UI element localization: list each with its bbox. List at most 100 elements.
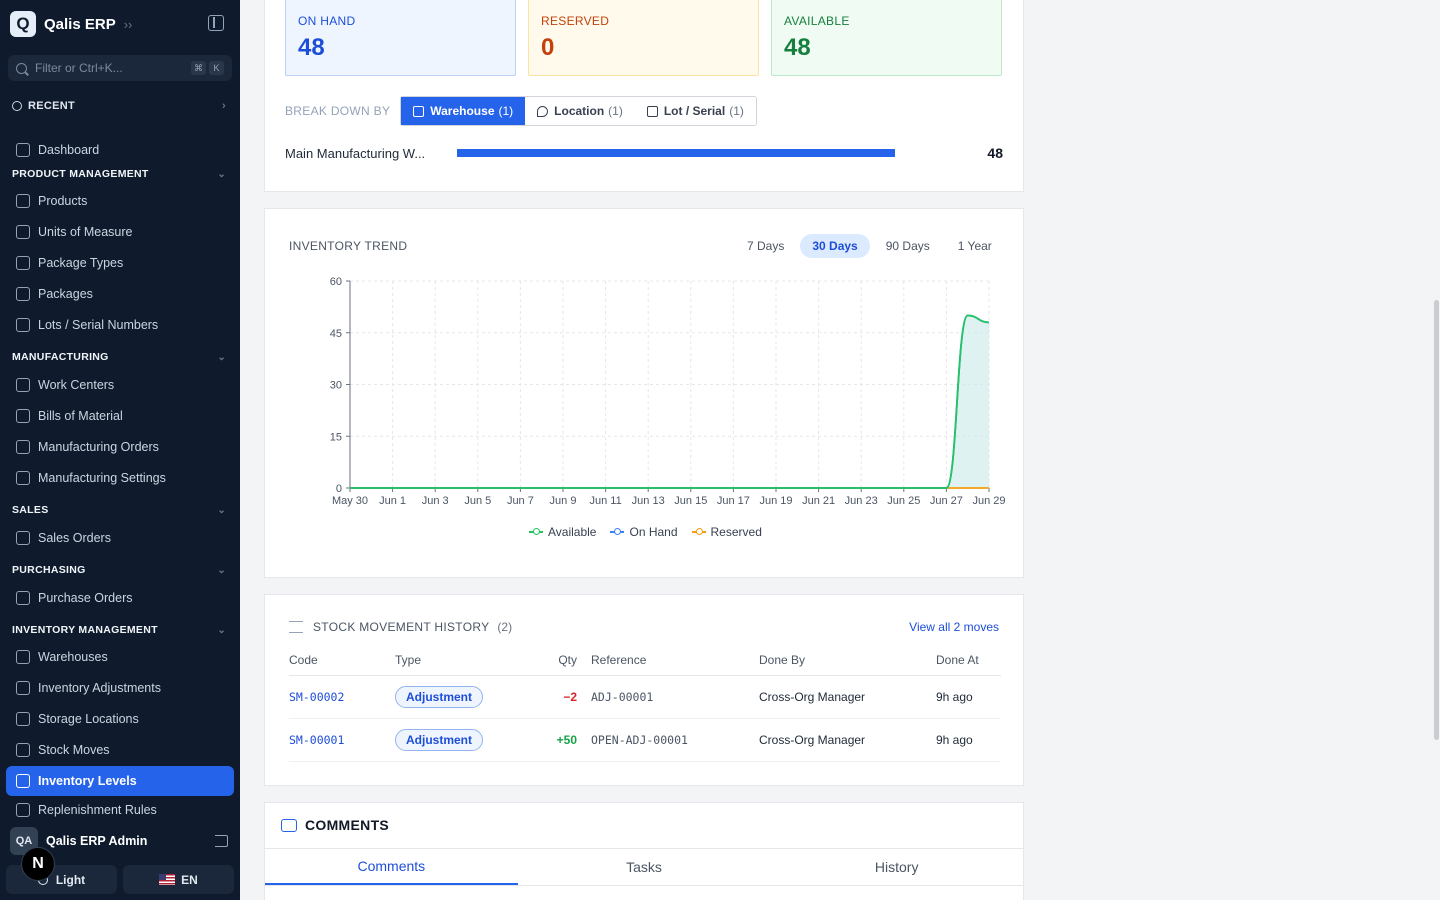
- n-badge[interactable]: N: [21, 847, 55, 881]
- stat-value: 48: [298, 34, 325, 61]
- stock-movement-count: (2): [497, 620, 513, 634]
- x-tick-label: Jun 21: [802, 495, 835, 507]
- sidebar-item-packages[interactable]: Packages: [6, 279, 234, 309]
- sidebar: Q Qalis ERP ›› Filter or Ctrl+K... ⌘ K R…: [0, 0, 240, 900]
- sliders-icon: [16, 471, 30, 485]
- segment-count: (1): [608, 104, 623, 118]
- sidebar-item-inventory-adjustments[interactable]: Inventory Adjustments: [6, 673, 234, 703]
- ruler-icon: [16, 225, 30, 239]
- sidebar-item-sales-orders[interactable]: Sales Orders: [6, 523, 234, 553]
- box-icon: [16, 256, 30, 270]
- move-done-by: Cross-Org Manager: [759, 718, 936, 762]
- legend-label: On Hand: [629, 525, 678, 539]
- stat-label: ON HAND: [298, 14, 356, 28]
- sidebar-item-replenishment-rules[interactable]: Replenishment Rules: [6, 797, 234, 823]
- breakdown-warehouse-button[interactable]: Warehouse (1): [401, 97, 526, 125]
- table-row[interactable]: SM-00002 Adjustment −2 ADJ-00001 Cross-O…: [289, 675, 1001, 719]
- column-header[interactable]: Type: [395, 645, 525, 676]
- stat-value: 48: [784, 34, 811, 61]
- sidebar-item-work-centers[interactable]: Work Centers: [6, 370, 234, 400]
- sidebar-item-bills-of-material[interactable]: Bills of Material: [6, 401, 234, 431]
- sidebar-item-lots[interactable]: Lots / Serial Numbers: [6, 310, 234, 340]
- section-sales[interactable]: SALES ⌄: [12, 504, 226, 516]
- breakdown-segments: Warehouse (1) Location (1) Lot / Serial (1): [400, 96, 757, 126]
- section-inventory-management[interactable]: INVENTORY MANAGEMENT ⌄: [12, 624, 226, 636]
- comments-tabs: Comments Tasks History: [265, 848, 1023, 886]
- theme-label: Light: [55, 872, 86, 887]
- legend-item[interactable]: On Hand: [610, 525, 678, 539]
- sidebar-item-stock-moves[interactable]: Stock Moves: [6, 735, 234, 765]
- x-tick-label: Jun 25: [887, 495, 920, 507]
- segment-label: Warehouse: [430, 104, 495, 118]
- legend-item[interactable]: Reserved: [691, 525, 762, 539]
- sidebar-item-products[interactable]: Products: [6, 186, 234, 216]
- sidebar-item-dashboard[interactable]: Dashboard: [6, 135, 234, 165]
- table-row[interactable]: SM-00001 Adjustment +50 OPEN-ADJ-00001 C…: [289, 718, 1001, 762]
- breakdown-label: BREAK DOWN BY: [285, 104, 391, 118]
- map-pin-icon: [16, 712, 30, 726]
- map-pin-icon: [537, 105, 549, 117]
- sidebar-item-label: Lots / Serial Numbers: [38, 318, 159, 332]
- column-header[interactable]: Code: [289, 645, 395, 676]
- move-code-link[interactable]: SM-00001: [289, 718, 395, 762]
- move-done-by: Cross-Org Manager: [759, 675, 936, 719]
- section-purchasing[interactable]: PURCHASING ⌄: [12, 564, 226, 576]
- section-manufacturing[interactable]: MANUFACTURING ⌄: [12, 351, 226, 363]
- search-icon: [16, 62, 27, 74]
- move-code-link[interactable]: SM-00002: [289, 675, 395, 719]
- legend-label: Reserved: [710, 525, 762, 539]
- filter-input[interactable]: Filter or Ctrl+K... ⌘ K: [8, 55, 232, 81]
- clipboard-icon: [16, 681, 30, 695]
- sidebar-item-label: Warehouses: [38, 650, 108, 664]
- move-done-at: 9h ago: [936, 718, 1001, 762]
- cart-icon: [16, 591, 30, 605]
- sidebar-item-storage-locations[interactable]: Storage Locations: [6, 704, 234, 734]
- factory-icon: [16, 440, 30, 454]
- sidebar-item-units-of-measure[interactable]: Units of Measure: [6, 217, 234, 247]
- sidebar-item-manufacturing-settings[interactable]: Manufacturing Settings: [6, 463, 234, 493]
- tab-tasks[interactable]: Tasks: [518, 849, 771, 885]
- breakdown-lot-button[interactable]: Lot / Serial (1): [635, 97, 756, 125]
- view-all-moves-link[interactable]: View all 2 moves: [909, 620, 999, 634]
- language-button[interactable]: EN: [123, 865, 234, 894]
- sidebar-item-label: Packages: [38, 287, 93, 301]
- tag-icon: [646, 105, 658, 117]
- sidebar-item-inventory-levels[interactable]: Inventory Levels: [6, 766, 234, 796]
- section-product-management[interactable]: PRODUCT MANAGEMENT ⌄: [12, 168, 226, 180]
- document-icon: [16, 531, 30, 545]
- chevron-right-icon: ›: [222, 100, 226, 112]
- section-label: MANUFACTURING: [12, 351, 109, 363]
- brand[interactable]: Q Qalis ERP ››: [10, 10, 132, 38]
- sidebar-item-warehouses[interactable]: Warehouses: [6, 642, 234, 672]
- tag-icon: [16, 318, 30, 332]
- tab-history[interactable]: History: [770, 849, 1023, 885]
- warehouse-quantity: 48: [987, 145, 1003, 161]
- sidebar-item-label: Replenishment Rules: [38, 803, 157, 817]
- collapse-sidebar-icon[interactable]: [208, 15, 224, 31]
- sidebar-item-manufacturing-orders[interactable]: Manufacturing Orders: [6, 432, 234, 462]
- type-badge: Adjustment: [395, 685, 483, 708]
- sidebar-item-label: Purchase Orders: [38, 591, 133, 605]
- logout-icon[interactable]: [215, 835, 228, 847]
- chevron-down-icon: ⌄: [217, 504, 226, 516]
- sidebar-item-label: Manufacturing Settings: [38, 471, 166, 485]
- sidebar-item-label: Units of Measure: [38, 225, 133, 239]
- column-header[interactable]: Done By: [759, 645, 936, 676]
- sidebar-item-package-types[interactable]: Package Types: [6, 248, 234, 278]
- legend-item[interactable]: Available: [529, 525, 596, 539]
- column-header[interactable]: Reference: [591, 645, 759, 676]
- tab-comments[interactable]: Comments: [265, 849, 518, 885]
- sidebar-item-purchase-orders[interactable]: Purchase Orders: [6, 583, 234, 613]
- layers-icon: [16, 774, 30, 788]
- x-tick-label: Jun 19: [759, 495, 792, 507]
- section-label: SALES: [12, 504, 49, 516]
- box-icon: [16, 287, 30, 301]
- column-header[interactable]: Qty: [525, 645, 591, 676]
- refresh-icon: [16, 803, 30, 817]
- recent-toggle[interactable]: RECENT ›: [12, 99, 226, 113]
- x-tick-label: Jun 29: [972, 495, 1005, 507]
- column-header[interactable]: Done At: [936, 645, 1001, 676]
- segment-count: (1): [729, 104, 744, 118]
- scrollbar[interactable]: [1434, 300, 1439, 740]
- breakdown-location-button[interactable]: Location (1): [525, 97, 635, 125]
